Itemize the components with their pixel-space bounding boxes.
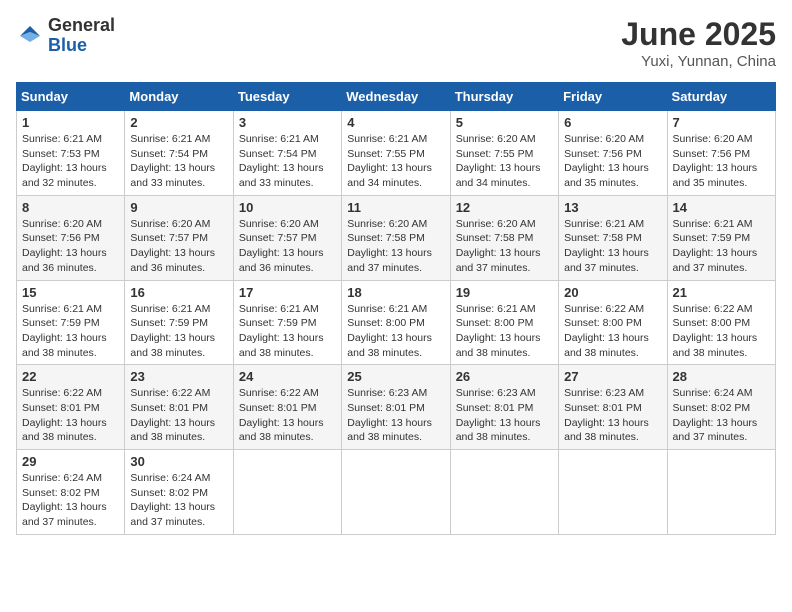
col-saturday: Saturday (667, 83, 775, 111)
calendar-table: Sunday Monday Tuesday Wednesday Thursday… (16, 82, 776, 535)
title-block: June 2025 Yuxi, Yunnan, China (621, 16, 776, 70)
day-cell-18: 18 Sunrise: 6:21 AMSunset: 8:00 PMDaylig… (342, 280, 450, 365)
day-cell-15: 15 Sunrise: 6:21 AMSunset: 7:59 PMDaylig… (17, 280, 125, 365)
col-wednesday: Wednesday (342, 83, 450, 111)
col-thursday: Thursday (450, 83, 558, 111)
day-cell-19: 19 Sunrise: 6:21 AMSunset: 8:00 PMDaylig… (450, 280, 558, 365)
empty-cell (450, 450, 558, 535)
day-cell-20: 20 Sunrise: 6:22 AMSunset: 8:00 PMDaylig… (559, 280, 667, 365)
location: Yuxi, Yunnan, China (621, 53, 776, 70)
calendar-header-row: Sunday Monday Tuesday Wednesday Thursday… (17, 83, 776, 111)
day-cell-11: 11 Sunrise: 6:20 AMSunset: 7:58 PMDaylig… (342, 195, 450, 280)
table-row: 15 Sunrise: 6:21 AMSunset: 7:59 PMDaylig… (17, 280, 776, 365)
day-cell-23: 23 Sunrise: 6:22 AMSunset: 8:01 PMDaylig… (125, 365, 233, 450)
day-cell-12: 12 Sunrise: 6:20 AMSunset: 7:58 PMDaylig… (450, 195, 558, 280)
day-cell-27: 27 Sunrise: 6:23 AMSunset: 8:01 PMDaylig… (559, 365, 667, 450)
day-cell-1: 1 Sunrise: 6:21 AMSunset: 7:53 PMDayligh… (17, 111, 125, 196)
day-cell-7: 7 Sunrise: 6:20 AMSunset: 7:56 PMDayligh… (667, 111, 775, 196)
logo: General Blue (16, 16, 115, 56)
empty-cell (233, 450, 341, 535)
table-row: 1 Sunrise: 6:21 AMSunset: 7:53 PMDayligh… (17, 111, 776, 196)
col-monday: Monday (125, 83, 233, 111)
day-cell-14: 14 Sunrise: 6:21 AMSunset: 7:59 PMDaylig… (667, 195, 775, 280)
day-cell-21: 21 Sunrise: 6:22 AMSunset: 8:00 PMDaylig… (667, 280, 775, 365)
day-cell-17: 17 Sunrise: 6:21 AMSunset: 7:59 PMDaylig… (233, 280, 341, 365)
day-cell-8: 8 Sunrise: 6:20 AMSunset: 7:56 PMDayligh… (17, 195, 125, 280)
day-cell-26: 26 Sunrise: 6:23 AMSunset: 8:01 PMDaylig… (450, 365, 558, 450)
empty-cell (559, 450, 667, 535)
logo-blue-text: Blue (48, 36, 115, 56)
day-cell-25: 25 Sunrise: 6:23 AMSunset: 8:01 PMDaylig… (342, 365, 450, 450)
logo-general-text: General (48, 16, 115, 36)
day-cell-3: 3 Sunrise: 6:21 AMSunset: 7:54 PMDayligh… (233, 111, 341, 196)
day-cell-13: 13 Sunrise: 6:21 AMSunset: 7:58 PMDaylig… (559, 195, 667, 280)
col-sunday: Sunday (17, 83, 125, 111)
day-cell-16: 16 Sunrise: 6:21 AMSunset: 7:59 PMDaylig… (125, 280, 233, 365)
day-cell-30: 30 Sunrise: 6:24 AMSunset: 8:02 PMDaylig… (125, 450, 233, 535)
day-cell-28: 28 Sunrise: 6:24 AMSunset: 8:02 PMDaylig… (667, 365, 775, 450)
table-row: 8 Sunrise: 6:20 AMSunset: 7:56 PMDayligh… (17, 195, 776, 280)
day-cell-9: 9 Sunrise: 6:20 AMSunset: 7:57 PMDayligh… (125, 195, 233, 280)
day-cell-5: 5 Sunrise: 6:20 AMSunset: 7:55 PMDayligh… (450, 111, 558, 196)
col-tuesday: Tuesday (233, 83, 341, 111)
logo-icon (16, 22, 44, 50)
day-cell-24: 24 Sunrise: 6:22 AMSunset: 8:01 PMDaylig… (233, 365, 341, 450)
day-cell-2: 2 Sunrise: 6:21 AMSunset: 7:54 PMDayligh… (125, 111, 233, 196)
day-cell-29: 29 Sunrise: 6:24 AMSunset: 8:02 PMDaylig… (17, 450, 125, 535)
empty-cell (667, 450, 775, 535)
table-row: 29 Sunrise: 6:24 AMSunset: 8:02 PMDaylig… (17, 450, 776, 535)
day-cell-22: 22 Sunrise: 6:22 AMSunset: 8:01 PMDaylig… (17, 365, 125, 450)
page-header: General Blue June 2025 Yuxi, Yunnan, Chi… (16, 16, 776, 70)
day-cell-10: 10 Sunrise: 6:20 AMSunset: 7:57 PMDaylig… (233, 195, 341, 280)
month-title: June 2025 (621, 16, 776, 53)
day-cell-4: 4 Sunrise: 6:21 AMSunset: 7:55 PMDayligh… (342, 111, 450, 196)
empty-cell (342, 450, 450, 535)
day-cell-6: 6 Sunrise: 6:20 AMSunset: 7:56 PMDayligh… (559, 111, 667, 196)
table-row: 22 Sunrise: 6:22 AMSunset: 8:01 PMDaylig… (17, 365, 776, 450)
col-friday: Friday (559, 83, 667, 111)
